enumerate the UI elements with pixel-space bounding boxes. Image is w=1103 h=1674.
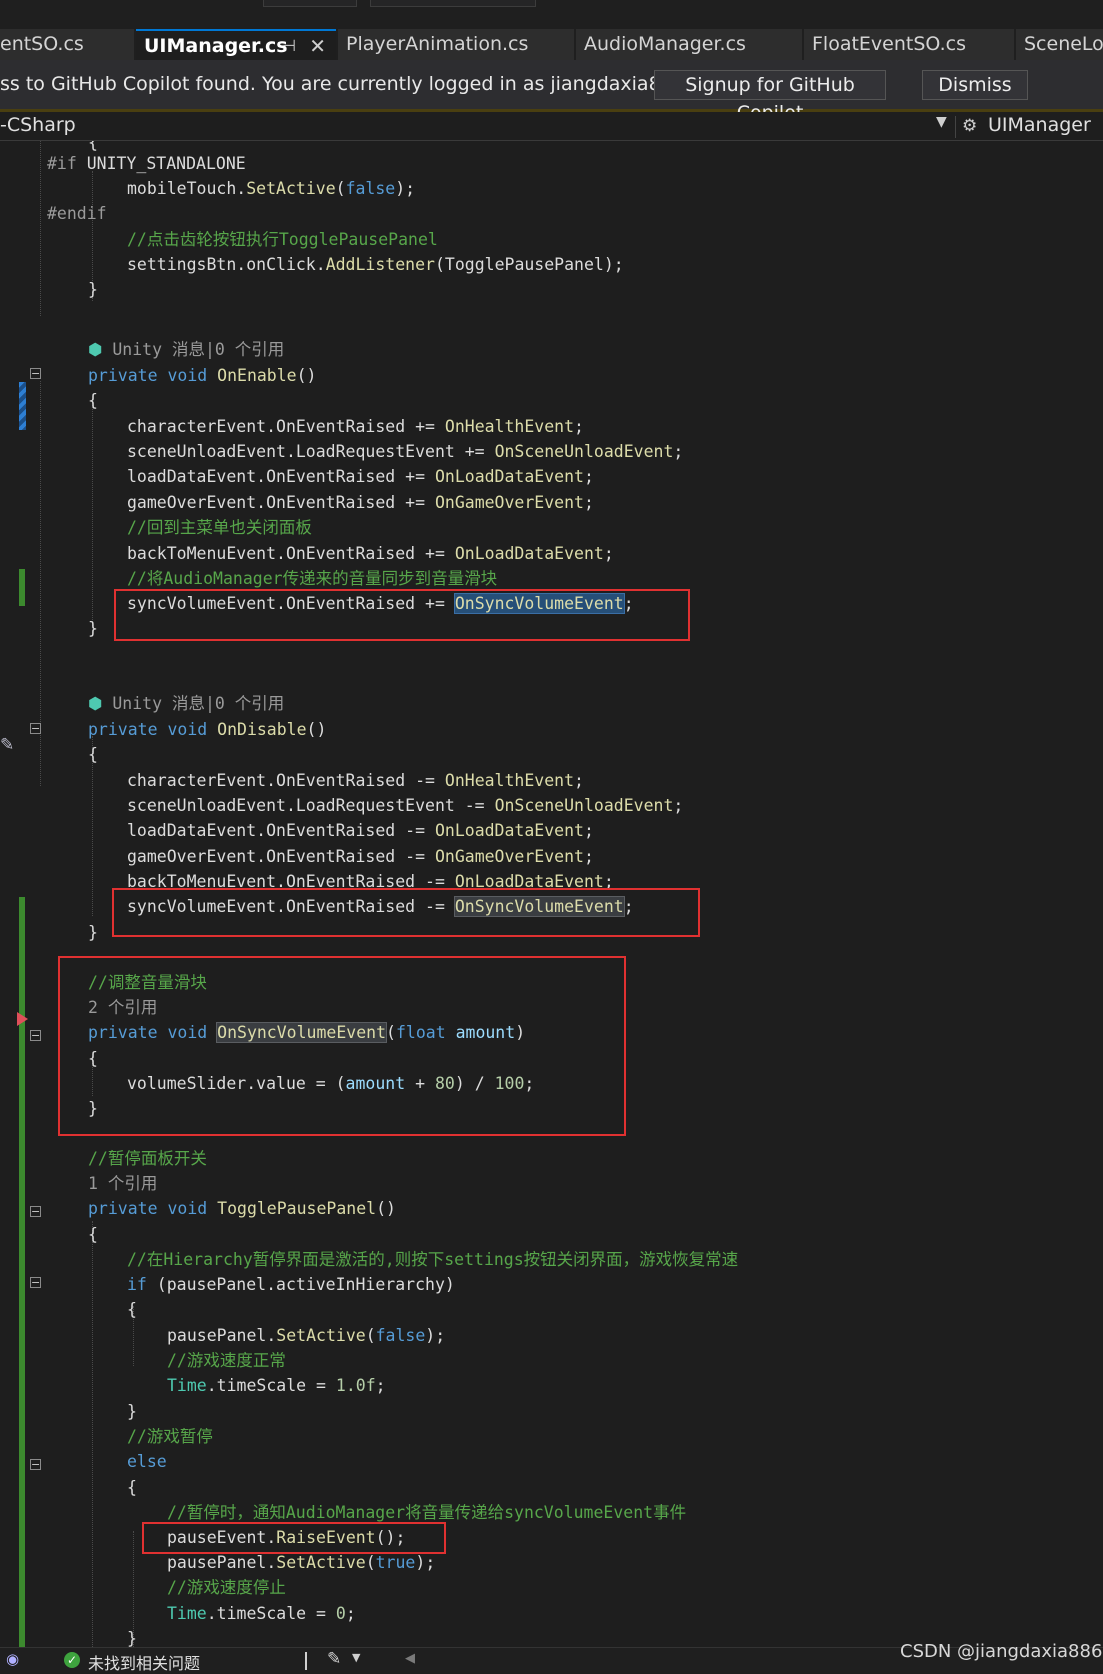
code-line: //游戏速度正常: [167, 1351, 286, 1370]
code-editor[interactable]: ✎ − − − − − − { #if UNITY_STANDALONE mob…: [0, 141, 1103, 1647]
code-line: else: [127, 1452, 167, 1471]
collapse-icon[interactable]: −: [30, 723, 41, 734]
code-line: {: [88, 745, 98, 764]
code-line: sceneUnloadEvent.LoadRequestEvent -= OnS…: [127, 796, 684, 815]
title-strip: [0, 0, 1103, 27]
indent-guide: [40, 141, 41, 316]
divider: [305, 1652, 307, 1670]
change-marker: [19, 569, 25, 606]
pin-icon[interactable]: ⊣: [282, 31, 296, 60]
toolbar-combo[interactable]: [370, 0, 536, 7]
code-line: }: [88, 280, 98, 299]
signup-copilot-button[interactable]: Signup for GitHub Copilot: [654, 70, 886, 124]
code-line: pausePanel.SetActive(false);: [167, 1326, 446, 1345]
copilot-info-bar: ss to GitHub Copilot found. You are curr…: [0, 60, 1103, 124]
close-icon[interactable]: ✕: [309, 31, 326, 60]
navigation-bar: -CSharp ▼ ⚙ UIManager: [0, 112, 1103, 141]
annotation-box: [58, 956, 626, 1136]
dismiss-button[interactable]: Dismiss: [922, 70, 1028, 100]
collapse-icon[interactable]: −: [30, 1277, 41, 1288]
code-line: gameOverEvent.OnEventRaised += OnGameOve…: [127, 493, 594, 512]
annotation-box: [114, 589, 690, 641]
annotation-box: [142, 1522, 446, 1554]
collapse-icon[interactable]: −: [30, 1030, 41, 1041]
class-icon: ⚙: [962, 116, 978, 136]
code-line: //点击齿轮按钮执行TogglePausePanel: [127, 230, 438, 249]
issues-status[interactable]: 未找到相关问题: [88, 1650, 200, 1674]
code-line: {: [88, 391, 98, 410]
chevron-down-icon[interactable]: ▼: [352, 1651, 360, 1664]
code-line: {: [127, 1478, 137, 1497]
tab-label: SceneLoa: [1024, 33, 1103, 55]
toolbar-combo[interactable]: [263, 0, 357, 7]
project-dropdown[interactable]: -CSharp: [0, 114, 76, 136]
tab-sceneload[interactable]: SceneLoa: [1016, 29, 1103, 60]
scroll-left-icon[interactable]: ◀: [405, 1651, 415, 1666]
collapse-icon[interactable]: −: [30, 1206, 41, 1217]
tab-audiomanager[interactable]: AudioManager.cs: [576, 29, 802, 60]
tab-uimanager[interactable]: UIManager.cs ⊣ ✕: [136, 29, 336, 60]
tab-floateventso[interactable]: FloatEventSO.cs: [804, 29, 1014, 60]
brush-icon[interactable]: ✎: [327, 1649, 341, 1669]
tab-entso[interactable]: entSO.cs: [0, 29, 134, 60]
code-line: }: [127, 1402, 137, 1421]
code-line: characterEvent.OnEventRaised += OnHealth…: [127, 417, 584, 436]
code-line: pausePanel.SetActive(true);: [167, 1553, 436, 1572]
code-line: #if UNITY_STANDALONE: [47, 154, 246, 173]
code-line: //暂停面板开关: [88, 1149, 207, 1168]
code-line: }: [88, 619, 98, 638]
code-line: //在Hierarchy暂停界面是激活的,则按下settings按钮关闭界面，游…: [127, 1250, 739, 1269]
code-line: //回到主菜单也关闭面板: [127, 518, 312, 537]
chevron-down-icon[interactable]: ▼: [936, 114, 947, 130]
collapse-icon[interactable]: −: [30, 1459, 41, 1470]
watermark: CSDN @jiangdaxia886: [900, 1641, 1103, 1662]
code-line: private void OnEnable(): [88, 366, 317, 385]
code-line: //游戏暂停: [127, 1427, 213, 1446]
code-line: Time.timeScale = 0;: [167, 1604, 356, 1623]
code-line: settingsBtn.onClick.AddListener(TogglePa…: [127, 255, 624, 274]
codelens-hint[interactable]: ⬢ Unity 消息|0 个引用: [88, 692, 284, 716]
code-line: //将AudioManager传递来的音量同步到音量滑块: [127, 569, 498, 588]
code-line: if (pausePanel.activeInHierarchy): [127, 1275, 455, 1294]
code-line: private void TogglePausePanel(): [88, 1199, 396, 1218]
code-line: loadDataEvent.OnEventRaised += OnLoadDat…: [127, 467, 594, 486]
code-line: }: [88, 923, 98, 942]
codelens-hint[interactable]: ⬢ Unity 消息|0 个引用: [88, 338, 284, 362]
tab-label: entSO.cs: [0, 33, 84, 55]
tab-label: AudioManager.cs: [584, 33, 746, 55]
class-dropdown[interactable]: UIManager: [988, 114, 1091, 136]
info-message: ss to GitHub Copilot found. You are curr…: [0, 73, 691, 95]
code-line: {: [127, 1300, 137, 1319]
change-marker: [19, 897, 25, 1647]
annotation-box: [112, 888, 700, 937]
indent-guide: [92, 1221, 93, 1647]
divider: [955, 116, 956, 138]
document-tabs: entSO.cs UIManager.cs ⊣ ✕ PlayerAnimatio…: [0, 27, 1103, 60]
code-line: }: [127, 1629, 137, 1647]
indent-guide: [92, 401, 93, 626]
tab-label: PlayerAnimation.cs: [346, 33, 529, 55]
code-line: //游戏速度停止: [167, 1578, 286, 1597]
tab-playeranimation[interactable]: PlayerAnimation.cs: [338, 29, 574, 60]
code-line: mobileTouch.SetActive(false);: [127, 179, 416, 198]
tab-label: UIManager.cs: [144, 35, 288, 57]
copilot-icon[interactable]: ◉: [6, 1650, 19, 1668]
code-line: sceneUnloadEvent.LoadRequestEvent += OnS…: [127, 442, 684, 461]
codelens-hint[interactable]: 1 个引用: [88, 1172, 157, 1196]
code-line: Time.timeScale = 1.0f;: [167, 1376, 386, 1395]
check-icon: ✓: [64, 1652, 80, 1668]
code-line: private void OnDisable(): [88, 720, 327, 739]
code-line: loadDataEvent.OnEventRaised -= OnLoadDat…: [127, 821, 594, 840]
tab-label: FloatEventSO.cs: [812, 33, 966, 55]
code-line: #endif: [47, 204, 107, 223]
breakpoint-arrow-icon[interactable]: [17, 1012, 28, 1026]
code-line: gameOverEvent.OnEventRaised -= OnGameOve…: [127, 847, 594, 866]
code-line: {: [88, 1225, 98, 1244]
collapse-icon[interactable]: −: [30, 368, 41, 379]
change-marker: [19, 382, 26, 430]
code-line: backToMenuEvent.OnEventRaised += OnLoadD…: [127, 544, 614, 563]
code-line: characterEvent.OnEventRaised -= OnHealth…: [127, 771, 584, 790]
quick-action-icon[interactable]: ✎: [0, 735, 14, 755]
